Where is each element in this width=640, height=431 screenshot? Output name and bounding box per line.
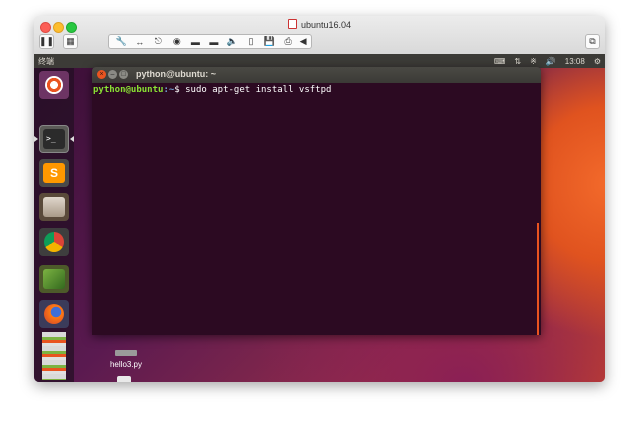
vm-doc-icon bbox=[287, 19, 297, 29]
dash-icon bbox=[45, 76, 63, 94]
camera-icon[interactable]: ◉ bbox=[170, 36, 184, 47]
keyboard-icon[interactable]: ⌨ bbox=[494, 57, 506, 66]
books-icon bbox=[43, 269, 65, 289]
wrench-icon[interactable]: 🔧 bbox=[114, 36, 128, 47]
speaker-icon[interactable]: 🔈 bbox=[225, 36, 239, 47]
pause-icon: ❚❚ bbox=[38, 36, 55, 46]
active-app-title: 终端 bbox=[38, 57, 54, 66]
terminal-command: sudo apt-get install vsftpd bbox=[179, 85, 332, 95]
terminal-scrollbar[interactable] bbox=[537, 223, 539, 335]
chrome-button[interactable] bbox=[39, 228, 69, 256]
network-icon[interactable]: ⇅ bbox=[514, 57, 521, 66]
top-panel: 终端 ⌨ ⇅ ※ 🔊 13:08 ⚙ bbox=[34, 54, 605, 68]
pause-button[interactable]: ❚❚ bbox=[39, 34, 54, 49]
desktop-file[interactable]: hello3.py bbox=[102, 350, 150, 369]
document-icon[interactable] bbox=[117, 376, 131, 382]
stacked-apps-icon bbox=[42, 332, 66, 380]
vm-window: ubuntu16.04 ❚❚ ▦ 🔧 ↔ ⎋ ◉ ▬ ▬ 🔈 ▯ 💾 ⎙ ◀ ⧉… bbox=[34, 16, 605, 382]
desktop-file-label: hello3.py bbox=[109, 360, 143, 369]
arrows-icon[interactable]: ↔ bbox=[133, 37, 147, 47]
sublime-text-icon: S bbox=[43, 163, 65, 183]
firefox-icon bbox=[44, 304, 64, 324]
floppy-icon[interactable]: 💾 bbox=[263, 36, 277, 47]
ubuntu-desktop: 终端 ⌨ ⇅ ※ 🔊 13:08 ⚙ >_ S × – □ python@ubu… bbox=[34, 54, 605, 382]
volume-icon[interactable]: 🔊 bbox=[546, 57, 556, 66]
terminal-minimize-button[interactable]: – bbox=[108, 70, 117, 79]
running-indicator bbox=[34, 136, 38, 142]
focus-indicator bbox=[70, 136, 74, 142]
vm-settings-button[interactable]: ▦ bbox=[63, 34, 78, 49]
terminal-window[interactable]: × – □ python@ubuntu: ~ python@ubuntu:~$ … bbox=[92, 67, 541, 335]
terminal-output[interactable]: python@ubuntu:~$ sudo apt-get install vs… bbox=[92, 83, 541, 335]
terminal-close-button[interactable]: × bbox=[97, 70, 106, 79]
prompt-user: python@ubuntu bbox=[93, 85, 164, 95]
terminal-button[interactable]: >_ bbox=[39, 125, 69, 153]
books-button[interactable] bbox=[39, 265, 69, 293]
vm-title: ubuntu16.04 bbox=[34, 19, 605, 30]
disk-icon[interactable]: ▬ bbox=[207, 37, 221, 47]
terminal-titlebar[interactable]: × – □ python@ubuntu: ~ bbox=[92, 67, 541, 83]
gear-icon[interactable]: ⚙ bbox=[594, 57, 601, 66]
printer-icon[interactable]: ⎙ bbox=[281, 36, 295, 47]
terminal-icon: >_ bbox=[43, 129, 65, 149]
clock[interactable]: 13:08 bbox=[565, 57, 585, 66]
launcher: >_ S bbox=[34, 68, 74, 382]
terminal-title: python@ubuntu: ~ bbox=[136, 69, 217, 79]
fullscreen-button[interactable]: ⧉ bbox=[585, 34, 600, 49]
dash-button[interactable] bbox=[39, 71, 69, 99]
chevron-left-icon[interactable]: ◀ bbox=[300, 36, 307, 47]
files-button[interactable] bbox=[39, 193, 69, 221]
indicator-area: ⌨ ⇅ ※ 🔊 13:08 ⚙ bbox=[494, 55, 601, 67]
python-file-icon bbox=[115, 350, 137, 356]
bluetooth-icon[interactable]: ※ bbox=[530, 57, 537, 66]
prompt-path: :~ bbox=[163, 85, 175, 95]
vm-titlebar: ubuntu16.04 ❚❚ ▦ 🔧 ↔ ⎋ ◉ ▬ ▬ 🔈 ▯ 💾 ⎙ ◀ ⧉ bbox=[34, 16, 605, 55]
chrome-icon bbox=[44, 232, 64, 252]
stacked-apps-button[interactable] bbox=[39, 330, 69, 382]
sublime-text-button[interactable]: S bbox=[39, 159, 69, 187]
hdd-icon[interactable]: ▯ bbox=[244, 36, 258, 47]
firefox-button[interactable] bbox=[39, 300, 69, 328]
device-toolbar: 🔧 ↔ ⎋ ◉ ▬ ▬ 🔈 ▯ 💾 ⎙ ◀ bbox=[108, 34, 312, 49]
usb-icon[interactable]: ⎋ bbox=[151, 36, 165, 47]
terminal-maximize-button[interactable]: □ bbox=[119, 70, 128, 79]
vm-settings-icon: ▦ bbox=[66, 36, 75, 46]
window-icon: ⧉ bbox=[589, 36, 596, 46]
files-icon bbox=[43, 197, 65, 217]
drive-icon[interactable]: ▬ bbox=[188, 37, 202, 47]
